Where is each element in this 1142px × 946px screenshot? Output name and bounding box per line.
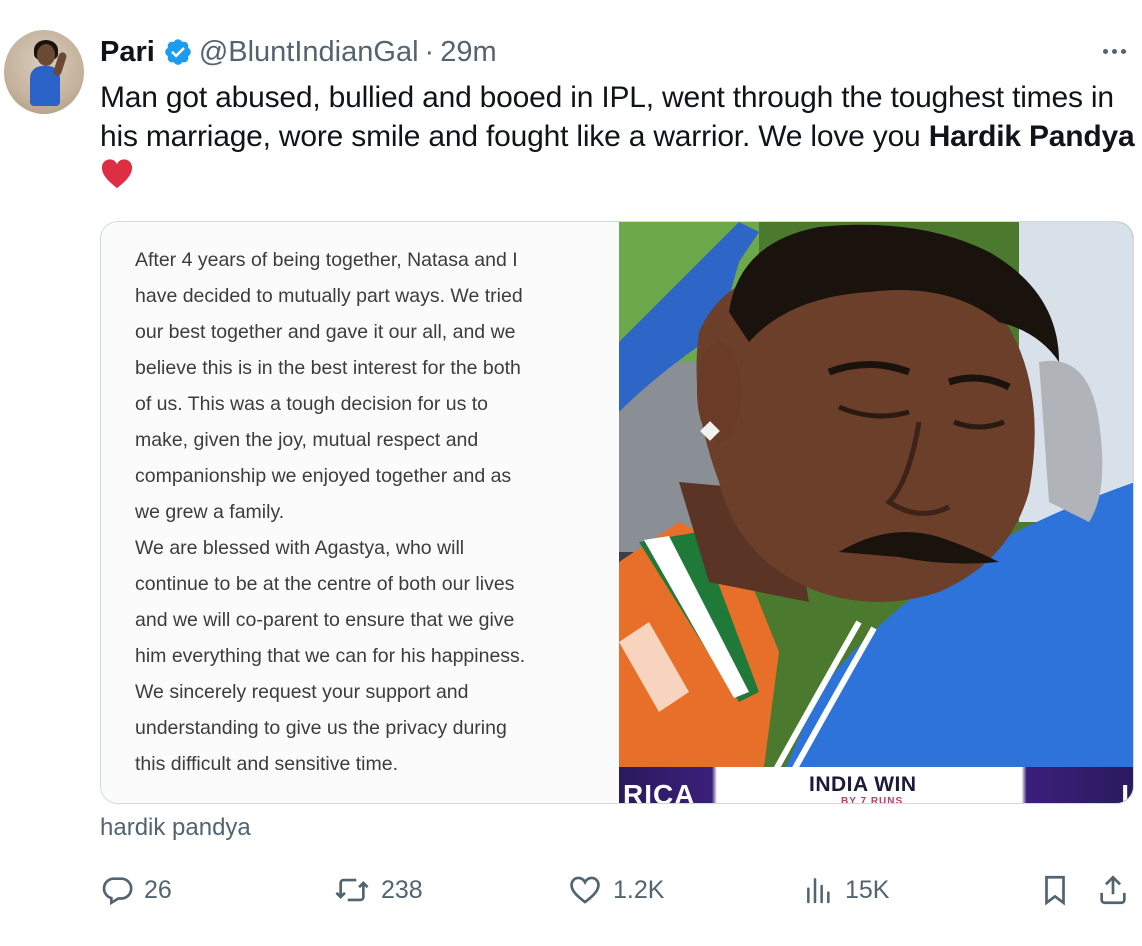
tweet-text-bold: Hardik Pandya — [928, 120, 1135, 153]
views-count: 15K — [845, 875, 890, 904]
media-card[interactable]: After 4 years of being together, Natasa … — [100, 221, 1134, 804]
red-heart-icon — [101, 159, 133, 189]
reply-icon — [102, 877, 133, 906]
notes-line: this difficult and sensitive time. — [135, 753, 399, 775]
notes-line: continue to be at the centre of both our… — [135, 573, 515, 595]
tweet-text: Man got abused, bullied and booed in IPL… — [100, 78, 1135, 195]
author-name[interactable]: Pari — [100, 36, 155, 69]
banner-result-text: INDIA WIN — [809, 773, 917, 796]
notes-line: we grew a family. — [135, 501, 285, 523]
heart-icon — [570, 876, 600, 904]
notes-line: understanding to give us the privacy dur… — [135, 717, 507, 739]
cricket-photo: RICA INDIA WIN BY 7 RUNS I — [619, 222, 1133, 804]
notes-line: After 4 years of being together, Natasa … — [135, 249, 518, 271]
like-count: 1.2K — [613, 875, 665, 904]
avatar-figure-head — [37, 44, 55, 66]
share-icon — [1100, 875, 1126, 905]
banner-right-text: I — [1121, 779, 1129, 804]
notes-line: companionship we enjoyed together and as — [135, 465, 512, 487]
separator-dot: · — [424, 35, 435, 68]
more-options-icon[interactable] — [1096, 36, 1132, 66]
notes-line: have decided to mutually part ways. We t… — [135, 285, 523, 307]
tweet[interactable]: Pari @BluntIndianGal · 29m Man got abuse… — [0, 0, 1142, 946]
banner-sub-text: BY 7 RUNS — [841, 796, 904, 804]
views-button[interactable]: 15K — [803, 868, 889, 912]
repost-button[interactable]: 238 — [333, 868, 423, 912]
notes-line: and we will co-parent to ensure that we … — [135, 609, 515, 631]
score-banner: RICA INDIA WIN BY 7 RUNS I — [619, 767, 1133, 804]
notes-line: our best together and gave it our all, a… — [135, 321, 516, 343]
repost-icon — [335, 878, 369, 902]
tweet-timestamp[interactable]: 29m — [440, 36, 496, 69]
reply-button[interactable]: 26 — [100, 868, 172, 912]
author-handle[interactable]: @BluntIndianGal — [199, 36, 419, 69]
notes-statement: After 4 years of being together, Natasa … — [101, 222, 619, 803]
avatar[interactable] — [4, 30, 84, 114]
reply-count: 26 — [144, 875, 172, 904]
notes-line: him everything that we can for his happi… — [135, 645, 526, 667]
verified-badge-icon — [165, 39, 191, 65]
card-caption[interactable]: hardik pandya — [100, 814, 251, 842]
notes-line: We sincerely request your support and — [135, 681, 469, 703]
notes-line: We are blessed with Agastya, who will — [135, 537, 465, 559]
bookmark-icon — [1045, 875, 1065, 906]
banner-left-text: RICA — [623, 779, 696, 804]
action-bar: 26 238 1.2K 15K — [0, 868, 1142, 912]
views-icon — [807, 878, 830, 904]
bookmark-button[interactable] — [1038, 868, 1072, 912]
notes-line: of us. This was a tough decision for us … — [135, 393, 488, 415]
like-button[interactable]: 1.2K — [567, 868, 664, 912]
notes-line: make, given the joy, mutual respect and — [135, 429, 479, 451]
notes-line: believe this is in the best interest for… — [135, 357, 521, 379]
photo-illustration — [619, 222, 1133, 803]
notes-text: After 4 years of being together, Natasa … — [135, 242, 605, 782]
repost-count: 238 — [381, 875, 423, 904]
share-button[interactable] — [1096, 868, 1130, 912]
tweet-header: Pari @BluntIndianGal · 29m — [100, 34, 497, 70]
